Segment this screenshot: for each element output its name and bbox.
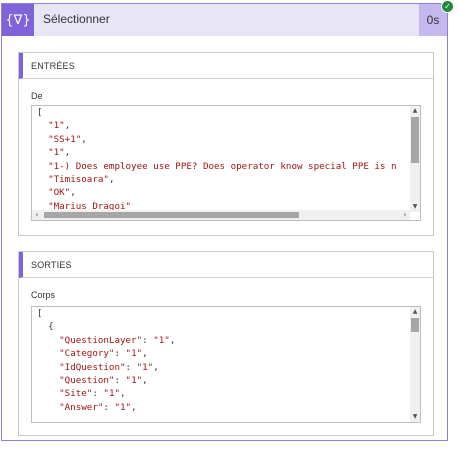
inputs-header-label: ENTRÉES bbox=[31, 61, 75, 71]
body-field-label: Corps bbox=[31, 290, 56, 300]
select-action-card: {∇} Sélectionner 0s ENTRÉES De [ "1", "S… bbox=[1, 3, 448, 441]
code-token: "SS+1" bbox=[48, 133, 82, 145]
filter-array-icon: {∇} bbox=[2, 4, 34, 36]
code-token: "1" bbox=[125, 375, 143, 387]
scroll-up-icon[interactable]: ▲ bbox=[410, 106, 420, 116]
code-token: "1" bbox=[153, 334, 170, 346]
from-field-label: De bbox=[31, 91, 43, 101]
code-token: , bbox=[120, 388, 126, 400]
outputs-section: SORTIES Corps [ { "QuestionLayer": "1", … bbox=[18, 251, 434, 436]
code-line: "IdQuestion": "1", bbox=[37, 362, 159, 373]
code-line: "1", bbox=[37, 120, 70, 131]
outputs-code-box[interactable]: [ { "QuestionLayer": "1", "Category": "1… bbox=[31, 306, 421, 423]
code-token: "Timisoara" bbox=[48, 174, 109, 186]
outputs-json-text: [ { "QuestionLayer": "1", "Category": "1… bbox=[37, 307, 175, 414]
code-token: , bbox=[81, 133, 87, 145]
code-token: "1" bbox=[48, 147, 65, 159]
code-token: , bbox=[142, 375, 148, 387]
code-token: , bbox=[131, 401, 137, 413]
action-title: Sélectionner bbox=[43, 12, 110, 26]
code-line: [ bbox=[37, 308, 43, 319]
code-token: "Question" bbox=[59, 375, 115, 387]
code-token: , bbox=[142, 348, 148, 360]
inputs-json-text: [ "1", "SS+1", "1", "1-) Does employee u… bbox=[37, 106, 397, 213]
code-token: : bbox=[142, 334, 154, 346]
code-token: , bbox=[108, 174, 115, 186]
outputs-vertical-scrollbar[interactable]: ▲ ▼ bbox=[410, 307, 420, 422]
code-token: "Category" bbox=[59, 348, 115, 360]
code-token: "OK" bbox=[48, 187, 71, 199]
code-line: "Answer": "1", bbox=[37, 402, 137, 413]
code-token: "1-) Does employee use PPE? Does operato… bbox=[48, 160, 397, 172]
code-line: [ bbox=[37, 107, 43, 118]
code-token: "1" bbox=[125, 348, 143, 360]
code-line: { bbox=[37, 321, 54, 332]
success-check-icon: ✓ bbox=[441, 0, 454, 13]
outputs-header[interactable]: SORTIES bbox=[19, 252, 433, 278]
code-token: "1" bbox=[136, 361, 154, 373]
code-token: { bbox=[37, 321, 54, 333]
code-line: "Question": "1", bbox=[37, 375, 148, 386]
inputs-code-box[interactable]: [ "1", "SS+1", "1", "1-) Does employee u… bbox=[31, 105, 421, 221]
code-line: "QuestionLayer": "1", bbox=[37, 335, 175, 346]
code-token: "Answer" bbox=[59, 401, 104, 413]
code-token: "QuestionLayer" bbox=[59, 334, 143, 346]
code-line: "Category": "1", bbox=[37, 348, 148, 359]
code-token: , bbox=[70, 187, 76, 199]
code-token: "Site" bbox=[59, 388, 93, 400]
scroll-right-icon[interactable]: › bbox=[400, 210, 410, 220]
code-token: : bbox=[103, 401, 115, 413]
inputs-hscroll-thumb[interactable] bbox=[44, 212, 299, 218]
code-line: "SS+1", bbox=[37, 134, 87, 145]
inputs-header[interactable]: ENTRÉES bbox=[19, 53, 433, 79]
scroll-down-icon[interactable]: ▼ bbox=[410, 202, 420, 212]
inputs-vscroll-thumb[interactable] bbox=[411, 117, 419, 163]
code-token: , bbox=[153, 361, 159, 373]
code-token: [ bbox=[37, 308, 43, 319]
code-token: : bbox=[125, 361, 137, 373]
code-token: : bbox=[114, 375, 126, 387]
scroll-down-icon[interactable]: ▼ bbox=[410, 412, 420, 422]
code-token: , bbox=[169, 334, 176, 346]
code-line: "1", bbox=[37, 147, 70, 158]
code-line: "Site": "1", bbox=[37, 388, 126, 400]
code-token: : bbox=[92, 388, 104, 400]
outputs-vscroll-thumb[interactable] bbox=[411, 318, 419, 332]
code-token: "1" bbox=[114, 401, 132, 413]
scroll-up-icon[interactable]: ▲ bbox=[410, 307, 420, 317]
code-token: "IdQuestion" bbox=[59, 361, 126, 373]
code-line: "1-) Does employee use PPE? Does operato… bbox=[37, 160, 397, 172]
scroll-left-icon[interactable]: ‹ bbox=[32, 210, 42, 220]
code-token: "1" bbox=[48, 120, 65, 132]
code-line: "OK", bbox=[37, 187, 76, 198]
inputs-vertical-scrollbar[interactable]: ▲ ▼ bbox=[410, 106, 420, 212]
code-token: , bbox=[64, 120, 71, 132]
code-token: "1" bbox=[103, 388, 121, 400]
code-token: : bbox=[114, 348, 126, 360]
action-header[interactable]: {∇} Sélectionner 0s bbox=[2, 4, 447, 36]
code-line: "Timisoara", bbox=[37, 174, 114, 185]
code-token: , bbox=[64, 147, 71, 159]
inputs-section: ENTRÉES De [ "1", "SS+1", "1", "1-) Does… bbox=[18, 52, 434, 236]
code-token: [ bbox=[37, 107, 43, 118]
outputs-header-label: SORTIES bbox=[31, 260, 72, 270]
inputs-horizontal-scrollbar[interactable]: ‹ › bbox=[32, 210, 410, 220]
